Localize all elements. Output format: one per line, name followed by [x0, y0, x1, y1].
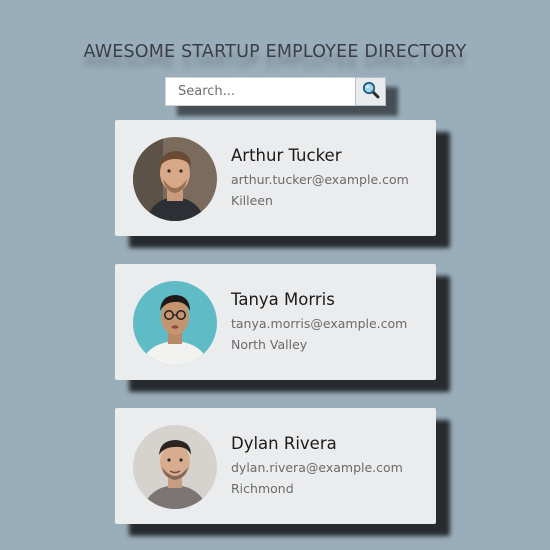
page-title: AWESOME STARTUP EMPLOYEE DIRECTORY	[83, 42, 467, 62]
search-bar	[165, 77, 386, 106]
avatar	[133, 137, 217, 221]
employee-city: Richmond	[231, 481, 294, 496]
employee-name: Tanya Morris	[231, 290, 335, 309]
search-input[interactable]	[165, 77, 355, 106]
employee-email: tanya.morris@example.com	[231, 316, 408, 331]
employee-card[interactable]: Arthur Tucker arthur.tucker@example.com …	[115, 120, 436, 236]
employee-email: dylan.rivera@example.com	[231, 460, 403, 475]
avatar	[133, 281, 217, 365]
employee-card[interactable]: Tanya Morris tanya.morris@example.com No…	[115, 264, 436, 380]
employee-name: Dylan Rivera	[231, 434, 337, 453]
search-icon	[362, 81, 380, 102]
employee-email: arthur.tucker@example.com	[231, 172, 409, 187]
employee-city: Killeen	[231, 193, 273, 208]
employee-name: Arthur Tucker	[231, 146, 342, 165]
employee-city: North Valley	[231, 337, 308, 352]
avatar	[133, 425, 217, 509]
search-button[interactable]	[355, 77, 386, 106]
employee-card[interactable]: Dylan Rivera dylan.rivera@example.com Ri…	[115, 408, 436, 524]
